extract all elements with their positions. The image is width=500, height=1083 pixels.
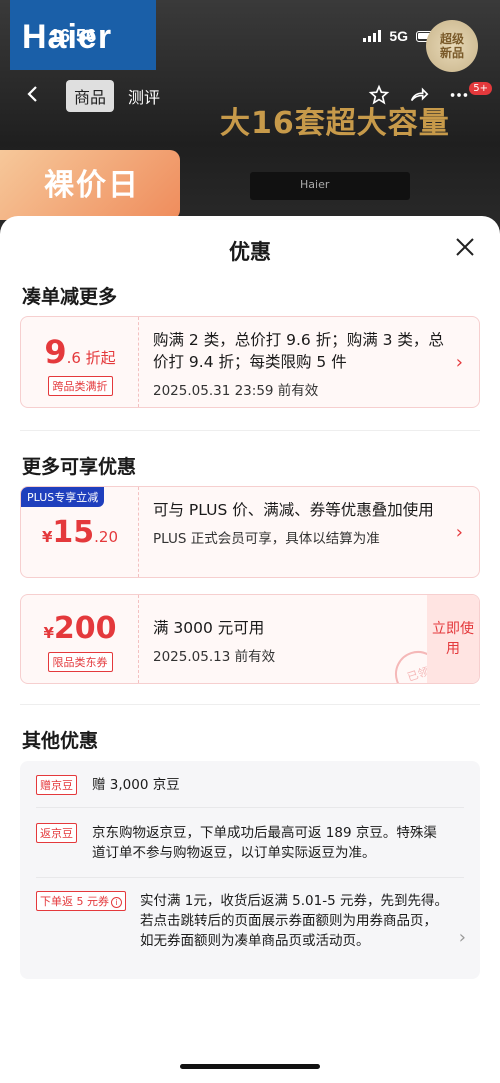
offer-text: 实付满 1元，收货后返满 5.01-5 元券，先到先得。若点击跳转后的页面展示券…	[140, 893, 448, 949]
plus-discount-desc: 可与 PLUS 价、满减、券等优惠叠加使用	[153, 501, 434, 519]
combo-discount-card[interactable]: 9.6 折起 跨品类满折 购满 2 类，总价打 9.6 折；购满 3 类，总价打…	[20, 316, 480, 408]
combo-discount-desc: 购满 2 类，总价打 9.6 折；购满 3 类，总价打 9.4 折；每类限购 5…	[153, 331, 444, 371]
discount-tag: 跨品类满折	[47, 376, 113, 396]
discount-sheet: 优惠 凑单减更多 9.6 折起 跨品类满折 购满 2 类，总价打 9.6 折；购…	[0, 216, 500, 1083]
chevron-right-icon: ›	[458, 927, 466, 948]
product-tabs: 商品 测评	[66, 80, 168, 112]
close-icon[interactable]	[454, 236, 476, 258]
status-time: 16:56	[50, 26, 97, 46]
offer-row-bean-return: 返京豆 京东购物返京豆，下单成功后最高可返 189 京豆。特殊渠道订单不参与购物…	[36, 823, 450, 867]
discount-big: 9	[44, 333, 67, 371]
product-image	[250, 172, 410, 200]
combo-discount-info: 购满 2 类，总价打 9.6 折；购满 3 类，总价打 9.4 折；每类限购 5…	[153, 329, 451, 399]
product-image-label: Haier	[300, 178, 330, 191]
plus-decimal: .20	[94, 528, 119, 546]
home-indicator[interactable]	[180, 1064, 320, 1069]
plus-currency: ¥	[41, 528, 53, 546]
chevron-left-icon	[27, 86, 37, 102]
coupon-card: ¥200 限品类东券 满 3000 元可用 2025.05.13 前有效 已领 …	[20, 594, 480, 684]
plus-discount-info: 可与 PLUS 价、满减、券等优惠叠加使用 PLUS 正式会员可享，具体以结算为…	[153, 499, 451, 547]
offer-row-bean-gift: 赠京豆 赠 3,000 京豆	[36, 775, 450, 799]
coupon-value: ¥200 限品类东券	[21, 595, 139, 683]
sheet-title: 优惠	[229, 240, 271, 264]
network-label: 5G	[389, 28, 408, 44]
coupon-currency: ¥	[43, 624, 54, 642]
plus-amount: 15	[52, 515, 95, 550]
banner-headline: 大16套超大容量	[220, 106, 450, 141]
chevron-right-icon: ›	[455, 522, 463, 543]
divider	[20, 704, 480, 705]
offer-text: 赠 3,000 京豆	[92, 777, 180, 793]
offer-tag: 赠京豆	[36, 775, 77, 795]
chevron-right-icon: ›	[455, 352, 463, 373]
plus-discount-card[interactable]: ¥15.20 PLUS专享立减 可与 PLUS 价、满减、券等优惠叠加使用 PL…	[20, 486, 480, 578]
discount-small: .6 折起	[66, 349, 116, 367]
section-title-combo: 凑单减更多	[22, 286, 118, 308]
new-product-badge: 超级 新品	[426, 20, 478, 72]
offer-row-coupon-return[interactable]: 下单返 5 元券 i 实付满 1元，收货后返满 5.01-5 元券，先到先得。若点…	[36, 891, 450, 971]
tab-review[interactable]: 测评	[120, 80, 168, 112]
badge-line-2: 新品	[439, 46, 464, 60]
offer-tag: 返京豆	[36, 823, 77, 843]
use-coupon-button[interactable]: 立即使用	[427, 595, 479, 683]
row-separator	[36, 807, 464, 808]
coupon-tag: 限品类东券	[47, 652, 113, 672]
info-icon[interactable]: i	[111, 896, 122, 908]
divider	[20, 430, 480, 431]
coupon-amount: 200	[53, 611, 117, 646]
other-offers-box: 赠京豆 赠 3,000 京豆 返京豆 京东购物返京豆，下单成功后最高可返 189…	[20, 761, 480, 979]
tab-product[interactable]: 商品	[66, 80, 115, 112]
back-button[interactable]	[20, 84, 46, 110]
more-icon	[450, 93, 468, 97]
row-separator	[36, 877, 464, 878]
plus-discount-note: PLUS 正式会员可享，具体以结算为准	[153, 531, 380, 547]
coupon-desc: 满 3000 元可用	[153, 619, 265, 637]
more-badge: 5+	[469, 82, 492, 95]
combo-discount-validity: 2025.05.31 23:59 前有效	[153, 383, 319, 399]
offer-text: 京东购物返京豆，下单成功后最高可返 189 京豆。特殊渠道订单不参与购物返豆，以…	[92, 825, 437, 861]
badge-line-1: 超级	[439, 32, 464, 46]
plus-tag: PLUS专享立减	[21, 487, 105, 507]
product-page-background: Haier 16:56 5G 超级 新品 商品 测评 5+ 大16套超大容量 裸…	[0, 0, 500, 240]
more-button[interactable]: 5+	[448, 82, 492, 111]
offer-tag-label: 下单返 5 元券	[40, 895, 109, 908]
promo-banner-text: 裸价日	[44, 168, 140, 203]
combo-discount-value: 9.6 折起 跨品类满折	[21, 317, 139, 407]
signal-icon	[363, 30, 382, 42]
section-title-more: 更多可享优惠	[22, 456, 137, 478]
offer-tag: 下单返 5 元券 i	[36, 891, 126, 911]
section-title-other: 其他优惠	[22, 730, 99, 752]
